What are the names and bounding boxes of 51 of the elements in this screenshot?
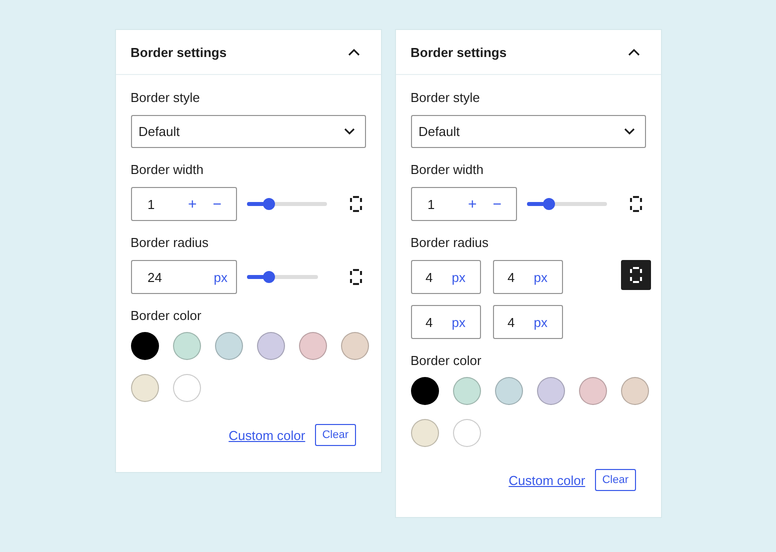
slider-thumb[interactable]: [262, 198, 275, 210]
split-toggle-button[interactable]: [620, 260, 650, 290]
field-label: Border color: [410, 353, 482, 368]
color-swatch[interactable]: [172, 374, 200, 402]
color-swatch[interactable]: [410, 377, 438, 405]
increment-button[interactable]: +: [462, 196, 483, 212]
chevron-down-icon: [344, 128, 354, 135]
color-swatch[interactable]: [494, 377, 522, 405]
style-select[interactable]: Default: [410, 115, 646, 148]
color-swatch[interactable]: [172, 332, 200, 360]
chevron-icon: [348, 48, 360, 56]
color-swatch[interactable]: [410, 419, 438, 447]
radius-field[interactable]: 4 px: [410, 305, 480, 339]
chevron-down-icon: [624, 128, 634, 135]
field-label: Border width: [130, 162, 204, 177]
color-swatch[interactable]: [452, 419, 480, 447]
field-label: Border style: [410, 90, 481, 105]
field-label: Border radius: [410, 235, 490, 250]
slider-thumb[interactable]: [542, 198, 555, 210]
number-field[interactable]: 1 + −: [410, 187, 516, 221]
panel-title: Border settings: [130, 44, 227, 60]
panel-title: Border settings: [410, 44, 507, 60]
clear-button[interactable]: Clear: [315, 424, 356, 446]
color-swatch[interactable]: [536, 377, 564, 405]
color-swatch[interactable]: [256, 332, 284, 360]
slider-thumb[interactable]: [263, 271, 276, 283]
decrement-button[interactable]: −: [486, 196, 508, 212]
radius-field[interactable]: 4 px: [492, 260, 562, 294]
chevron-icon: [628, 48, 640, 56]
field-label: Border radius: [130, 235, 210, 250]
decrement-button[interactable]: −: [206, 196, 228, 212]
field-label: Border style: [130, 90, 201, 105]
custom-color-link[interactable]: Custom color: [228, 428, 306, 442]
radius-field[interactable]: 4 px: [410, 260, 480, 294]
color-swatch[interactable]: [578, 377, 606, 405]
increment-button[interactable]: +: [182, 196, 203, 212]
color-swatch[interactable]: [452, 377, 480, 405]
field-label: Border color: [130, 308, 202, 323]
field-label: Border width: [410, 162, 484, 177]
color-swatch[interactable]: [620, 377, 648, 405]
radius-field[interactable]: 24 px: [130, 260, 236, 294]
custom-color-link[interactable]: Custom color: [508, 472, 586, 488]
clear-button[interactable]: Clear: [595, 469, 636, 491]
radius-field[interactable]: 4 px: [492, 305, 562, 339]
color-swatch[interactable]: [130, 374, 158, 402]
style-select[interactable]: Default: [130, 115, 366, 148]
color-swatch[interactable]: [340, 332, 368, 360]
number-field[interactable]: 1 + −: [130, 187, 236, 221]
color-swatch[interactable]: [298, 332, 326, 360]
color-swatch[interactable]: [130, 332, 158, 360]
color-swatch[interactable]: [214, 332, 242, 360]
